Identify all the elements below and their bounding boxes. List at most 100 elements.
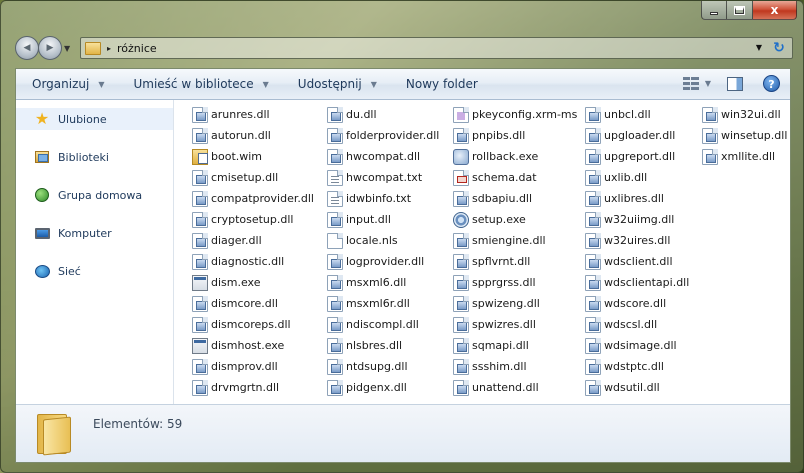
address-dropdown-icon[interactable]: ▼ (756, 43, 762, 52)
file-item[interactable]: setup.exe (453, 209, 577, 230)
view-options-chevron-icon[interactable]: ▼ (705, 79, 711, 88)
file-item[interactable]: win32ui.dll (702, 104, 787, 125)
nav-item-homegroup[interactable]: Grupa domowa (16, 184, 173, 206)
breadcrumb-folder[interactable]: różnice (117, 42, 157, 55)
file-item[interactable]: wdstptc.dll (585, 356, 689, 377)
file-item[interactable]: upgloader.dll (585, 125, 689, 146)
change-view-icon[interactable] (682, 76, 699, 91)
nav-item-computer[interactable]: Komputer (16, 222, 173, 244)
file-item[interactable]: ntdsupg.dll (327, 356, 439, 377)
exe-file-icon (192, 274, 208, 291)
share-button[interactable]: Udostępnij ▼ (298, 77, 377, 91)
file-item[interactable]: pidgenx.dll (327, 377, 439, 398)
exe-file-icon (192, 337, 208, 354)
file-item[interactable]: msxml6.dll (327, 272, 439, 293)
close-button[interactable]: x (753, 1, 797, 20)
file-item[interactable]: nlsbres.dll (327, 335, 439, 356)
file-item[interactable]: dismcore.dll (192, 293, 314, 314)
dll-file-icon (192, 379, 208, 396)
help-icon[interactable]: ? (763, 75, 780, 92)
file-item[interactable]: spwizres.dll (453, 314, 577, 335)
file-name: wdsclientapi.dll (604, 276, 690, 289)
file-item[interactable]: diagnostic.dll (192, 251, 314, 272)
file-item[interactable]: dismprov.dll (192, 356, 314, 377)
dll-file-icon (327, 379, 343, 396)
file-item[interactable]: wdsimage.dll (585, 335, 689, 356)
file-item[interactable]: upgreport.dll (585, 146, 689, 167)
folder-icon (35, 412, 71, 456)
file-item[interactable]: wdsclientapi.dll (585, 272, 689, 293)
maximize-button[interactable] (727, 1, 753, 20)
file-item[interactable]: schema.dat (453, 167, 577, 188)
file-item[interactable]: unattend.dll (453, 377, 577, 398)
file-item[interactable]: uxlib.dll (585, 167, 689, 188)
file-item[interactable]: cryptosetup.dll (192, 209, 314, 230)
nav-item-network[interactable]: Sieć (16, 260, 173, 282)
file-item[interactable]: unbcl.dll (585, 104, 689, 125)
file-item[interactable]: folderprovider.dll (327, 125, 439, 146)
file-item[interactable]: dismhost.exe (192, 335, 314, 356)
file-item[interactable]: boot.wim (192, 146, 314, 167)
file-item[interactable]: w32uires.dll (585, 230, 689, 251)
dll-file-icon (453, 295, 469, 312)
back-button[interactable]: ◀ (15, 36, 39, 60)
new-folder-button[interactable]: Nowy folder (406, 77, 478, 91)
file-item[interactable]: drvmgrtn.dll (192, 377, 314, 398)
file-item[interactable]: diager.dll (192, 230, 314, 251)
explorer-window: x ◀ ▶ ▼ ▸ różnice ▼ ↻ Organizuj ▼ Umieść… (0, 0, 804, 473)
file-item[interactable]: spprgrss.dll (453, 272, 577, 293)
include-in-library-button[interactable]: Umieść w bibliotece ▼ (133, 77, 268, 91)
file-item[interactable]: uxlibres.dll (585, 188, 689, 209)
preview-pane-icon[interactable] (727, 76, 743, 91)
file-item[interactable]: rollback.exe (453, 146, 577, 167)
file-item[interactable]: pnpibs.dll (453, 125, 577, 146)
file-item[interactable]: sqmapi.dll (453, 335, 577, 356)
file-item[interactable]: wdsutil.dll (585, 377, 689, 398)
address-bar[interactable]: ▸ różnice ▼ ↻ (80, 37, 793, 59)
file-item[interactable]: locale.nls (327, 230, 439, 251)
file-item[interactable]: msxml6r.dll (327, 293, 439, 314)
file-name: wdsimage.dll (604, 339, 677, 352)
file-item[interactable]: wdsclient.dll (585, 251, 689, 272)
caption-buttons: x (701, 1, 797, 20)
file-item[interactable]: xmllite.dll (702, 146, 787, 167)
file-item[interactable]: hwcompat.txt (327, 167, 439, 188)
file-item[interactable]: spwizeng.dll (453, 293, 577, 314)
file-item[interactable]: compatprovider.dll (192, 188, 314, 209)
file-item[interactable]: ndiscompl.dll (327, 314, 439, 335)
breadcrumb-arrow-icon[interactable]: ▸ (107, 44, 111, 53)
file-item[interactable]: input.dll (327, 209, 439, 230)
file-item[interactable]: winsetup.dll (702, 125, 787, 146)
file-item[interactable]: pkeyconfig.xrm-ms (453, 104, 577, 125)
refresh-icon[interactable]: ↻ (770, 40, 788, 56)
file-item[interactable]: w32uiimg.dll (585, 209, 689, 230)
file-name: spwizres.dll (472, 318, 536, 331)
minimize-icon (710, 11, 718, 15)
file-name: hwcompat.dll (346, 150, 421, 163)
nav-item-favorites[interactable]: ★ Ulubione (16, 108, 173, 130)
organize-button[interactable]: Organizuj ▼ (32, 77, 104, 91)
file-name: setup.exe (472, 213, 526, 226)
nav-item-label: Komputer (58, 226, 112, 240)
minimize-button[interactable] (701, 1, 727, 20)
dll-file-icon (585, 316, 601, 333)
recent-pages-dropdown[interactable]: ▼ (64, 44, 74, 53)
file-item[interactable]: sdbapiu.dll (453, 188, 577, 209)
file-item[interactable]: idwbinfo.txt (327, 188, 439, 209)
file-item[interactable]: du.dll (327, 104, 439, 125)
file-item[interactable]: autorun.dll (192, 125, 314, 146)
file-item[interactable]: logprovider.dll (327, 251, 439, 272)
file-item[interactable]: hwcompat.dll (327, 146, 439, 167)
file-item[interactable]: dism.exe (192, 272, 314, 293)
file-item[interactable]: spflvrnt.dll (453, 251, 577, 272)
file-item[interactable]: ssshim.dll (453, 356, 577, 377)
file-item[interactable]: dismcoreps.dll (192, 314, 314, 335)
file-item[interactable]: arunres.dll (192, 104, 314, 125)
file-item[interactable]: cmisetup.dll (192, 167, 314, 188)
nav-item-libraries[interactable]: Biblioteki (16, 146, 173, 168)
file-name: uxlibres.dll (604, 192, 664, 205)
forward-button[interactable]: ▶ (38, 36, 62, 60)
file-item[interactable]: smiengine.dll (453, 230, 577, 251)
file-item[interactable]: wdscore.dll (585, 293, 689, 314)
file-item[interactable]: wdscsl.dll (585, 314, 689, 335)
